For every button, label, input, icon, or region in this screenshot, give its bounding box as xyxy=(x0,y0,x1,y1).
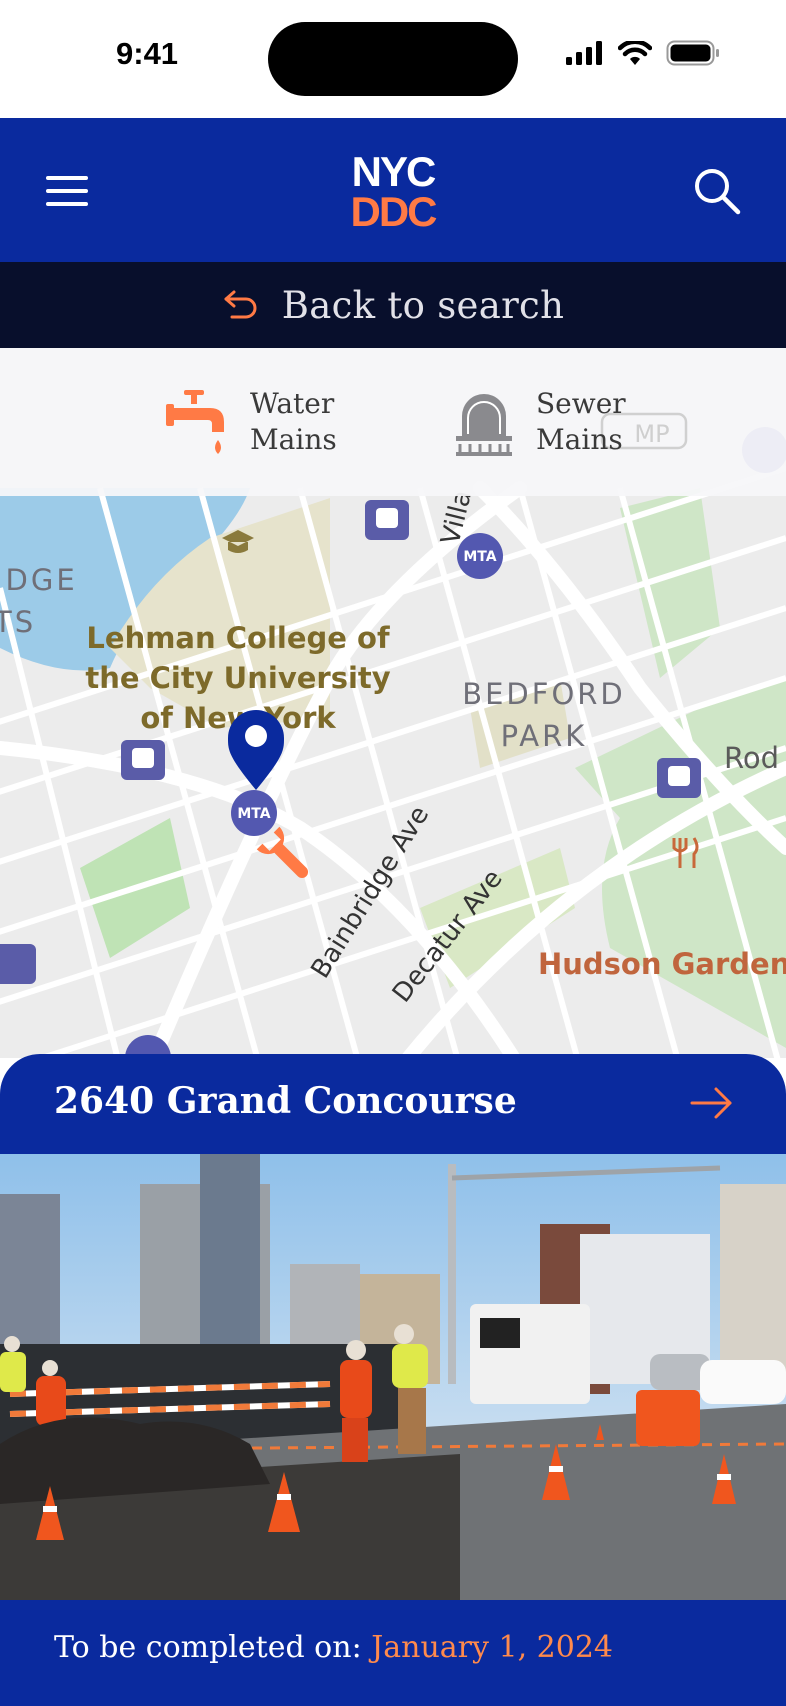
map-label-edge-1: IDGE xyxy=(0,563,78,597)
project-address: 2640 Grand Concourse xyxy=(54,1080,517,1122)
wifi-icon xyxy=(618,41,652,65)
project-photo xyxy=(0,1154,786,1600)
status-bar: 9:41 xyxy=(0,0,786,118)
legend-water-mains[interactable]: Water Mains xyxy=(166,386,360,458)
mta-label: MTA xyxy=(237,806,270,822)
map-legend: MP Water Mains Sewer Mains xyxy=(0,348,786,496)
battery-icon xyxy=(666,40,719,66)
map-label-park-1: BEDFORD xyxy=(462,677,626,711)
project-card-header[interactable]: 2640 Grand Concourse xyxy=(0,1054,786,1154)
nyc-ddc-logo: NYC DDC xyxy=(351,148,440,232)
cellular-signal-icon xyxy=(566,41,602,65)
legend-water-line1: Water xyxy=(250,387,335,420)
status-time: 9:41 xyxy=(116,36,179,71)
dynamic-island xyxy=(268,22,518,96)
map-label-college-2: the City University xyxy=(85,661,390,695)
mta-label: MTA xyxy=(463,549,496,565)
logo-ddc: DDC xyxy=(351,188,438,232)
completion-footer: To be completed on: January 1, 2024 xyxy=(0,1600,786,1706)
map-label-garden: Hudson Garden G xyxy=(538,947,786,981)
legend-water-line2: Mains xyxy=(250,423,337,456)
search-icon[interactable] xyxy=(692,166,742,216)
legend-sewer-line1: Sewer xyxy=(536,387,626,420)
back-to-search-button[interactable]: Back to search xyxy=(0,262,786,348)
legend-sewer-line2: Mains xyxy=(536,423,623,456)
status-icons xyxy=(566,40,720,66)
back-to-search-label: Back to search xyxy=(281,283,565,327)
completion-line: To be completed on: January 1, 2024 xyxy=(54,1630,613,1665)
completion-label: To be completed on: xyxy=(54,1630,362,1665)
map-label-college-1: Lehman College of xyxy=(86,621,390,655)
water-tap-icon xyxy=(166,390,224,454)
completion-date: January 1, 2024 xyxy=(371,1630,614,1665)
map-view[interactable]: MTA MTA Lehman College of the City Unive… xyxy=(0,348,786,1058)
map-label-park-2: PARK xyxy=(501,719,588,753)
back-arrow-icon xyxy=(224,290,257,319)
hamburger-menu-icon[interactable] xyxy=(46,176,90,206)
map-label-edge-2: TS xyxy=(0,605,36,639)
legend-sewer-mains[interactable]: Sewer Mains xyxy=(452,386,646,458)
arrow-right-icon[interactable] xyxy=(690,1086,734,1120)
map-label-rod: Rod xyxy=(724,741,779,775)
sewer-manhole-icon xyxy=(456,394,512,456)
construction-photo xyxy=(0,1154,786,1600)
